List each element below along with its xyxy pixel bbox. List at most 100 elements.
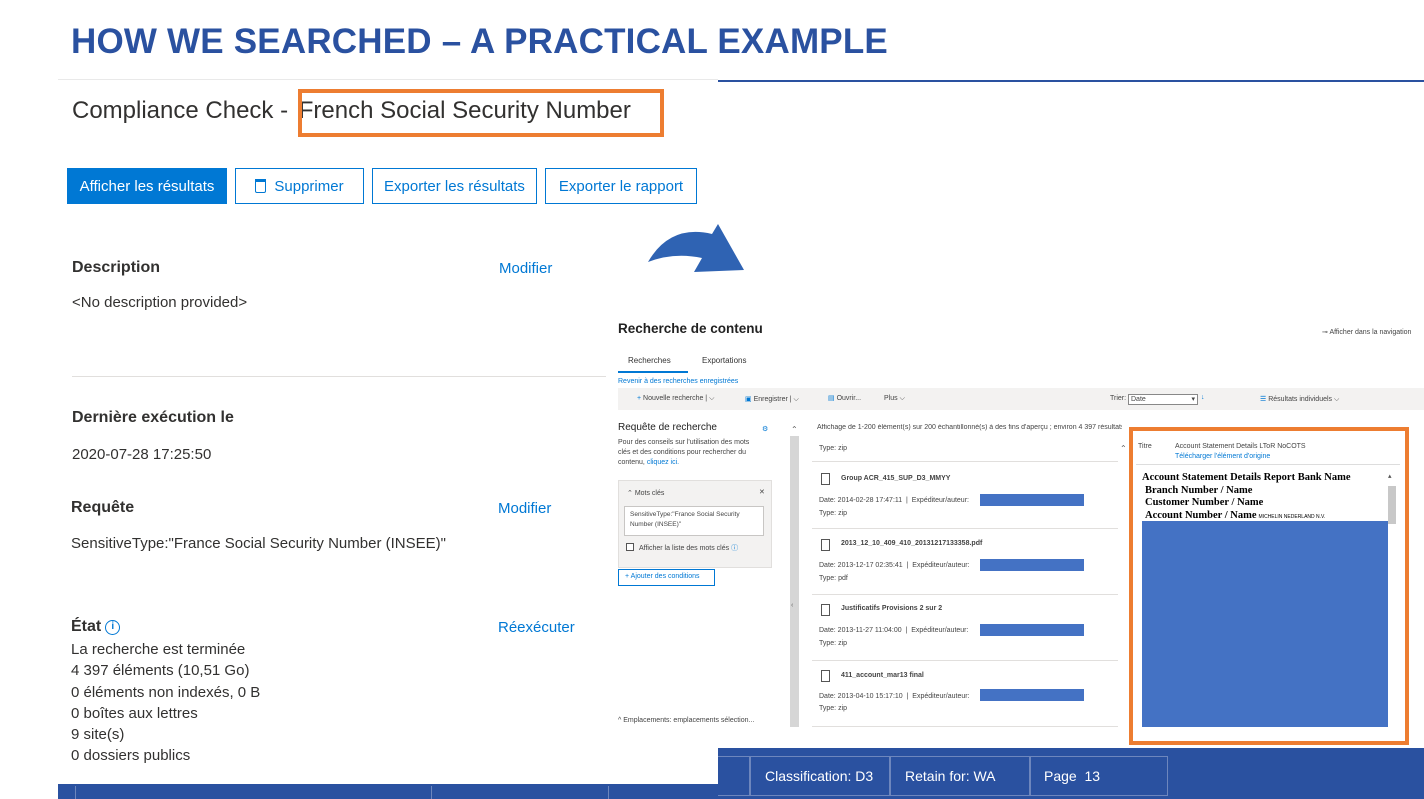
result-type: Type: zip [819, 510, 848, 517]
view-results-button[interactable]: ☰ Résultats individuels ⌵ [1260, 395, 1339, 404]
delete-button[interactable]: Supprimer [235, 168, 364, 204]
keywords-list-checkbox[interactable] [626, 543, 634, 551]
query-help-line: contenu, cliquez ici. [618, 459, 680, 466]
footer-cell [75, 786, 432, 799]
keywords-value-line: SensitiveType:"France Social Security [630, 511, 740, 518]
result-item[interactable]: 411_account_mar13 final Date: 2013-04-10… [812, 663, 1118, 727]
download-original-link[interactable]: Télécharger l'élément d'origine [1175, 453, 1270, 460]
scroll-up-icon[interactable]: ⌃ [791, 425, 798, 434]
result-name: Justificatifs Provisions 2 sur 2 [841, 605, 943, 612]
query-help-line: clés et des conditions pour rechercher d… [618, 449, 747, 456]
keywords-list-label: Afficher la liste des mots clés ⓘ [639, 545, 739, 552]
result-date-sender: Date: 2013-04-10 15:17:10 | Expéditeur/a… [819, 693, 970, 700]
info-icon[interactable]: ⓘ [731, 545, 738, 552]
locations-toggle[interactable]: ^ Emplacements: emplacements sélection..… [618, 717, 754, 724]
title-accent-line [718, 80, 1424, 82]
result-item[interactable]: Justificatifs Provisions 2 sur 2 Date: 2… [812, 597, 1118, 661]
chevron-down-icon: ▾ [1191, 396, 1195, 403]
footer-retain: Retain for: WA [890, 756, 1030, 796]
result-name: 411_account_mar13 final [841, 672, 924, 679]
state-line: 4 397 éléments (10,51 Go) [71, 662, 250, 679]
document-icon [821, 604, 830, 616]
info-icon[interactable]: i [105, 620, 121, 635]
trash-icon [255, 179, 267, 193]
more-button[interactable]: Plus ⌵ [884, 395, 905, 403]
slide-title: HOW WE SEARCHED – A PRACTICAL EXAMPLE [71, 22, 888, 61]
state-line: La recherche est terminée [71, 641, 246, 658]
query-edit-link[interactable]: Modifier [498, 500, 551, 517]
sort-direction-icon[interactable]: ↓ [1201, 394, 1205, 401]
result-date-sender: Date: 2013-11-27 11:04:00 | Expéditeur/a… [819, 627, 969, 634]
slide: { "slide_title": "HOW WE SEARCHED – A PR… [0, 0, 1424, 799]
results-scroll-up-icon[interactable]: ⌃ [1120, 444, 1127, 453]
add-conditions-button[interactable]: + Ajouter des conditions [618, 569, 715, 586]
result-item[interactable]: Group ACR_415_SUP_D3_MMYY Date: 2014-02-… [812, 465, 1118, 529]
active-tab-indicator [618, 371, 688, 373]
keywords-value-line: Number (INSEE)" [630, 521, 682, 528]
query-label: Requête [71, 499, 135, 516]
footer-cell [608, 786, 609, 799]
doc-line: Customer Number / Name [1145, 497, 1264, 508]
footer-classification: Classification: D3 [750, 756, 890, 796]
result-name: 2013_12_10_409_410_20131217133358.pdf [841, 540, 983, 547]
footer-page: Page 13 [1030, 756, 1168, 796]
state-line: 0 dossiers publics [71, 747, 191, 764]
result-type: Type: zip [819, 445, 848, 452]
curved-arrow-icon [648, 224, 744, 272]
result-date-sender: Date: 2014-02-28 17:47:11 | Expéditeur/a… [819, 497, 969, 504]
result-date-sender: Date: 2013-12-17 02:35:41 | Expéditeur/a… [819, 562, 970, 569]
redaction-bar [980, 559, 1084, 571]
state-heading: État i [71, 618, 121, 636]
back-to-saved-link[interactable]: Revenir à des recherches enregistrées [618, 378, 738, 385]
description-edit-link[interactable]: Modifier [499, 260, 552, 277]
redaction-bar [980, 624, 1084, 636]
last-run-value: 2020-07-28 17:25:50 [72, 446, 212, 463]
sort-select[interactable]: Date ▾ [1128, 394, 1198, 405]
section-divider [72, 376, 606, 377]
query-value: SensitiveType:"France Social Security Nu… [71, 535, 446, 552]
open-icon: ▤ [828, 395, 837, 402]
open-button[interactable]: ▤ Ouvrir... [828, 394, 861, 402]
state-line: 0 boîtes aux lettres [71, 705, 198, 722]
title-divider [58, 79, 718, 80]
query-panel-title: Requête de recherche [618, 422, 717, 433]
tab-searches[interactable]: Recherches [628, 356, 671, 365]
new-search-button[interactable]: + Nouvelle recherche | ⌵ [637, 395, 714, 403]
state-label: État [71, 618, 102, 635]
chevron-up-icon: ⌃ [627, 490, 635, 497]
preview-title-label: Titre [1138, 443, 1152, 450]
rerun-link[interactable]: Réexécuter [498, 619, 575, 636]
preview-divider [1136, 464, 1400, 465]
help-link[interactable]: cliquez ici. [647, 459, 679, 466]
result-type: Type: pdf [819, 575, 848, 582]
compliance-title-prefix: Compliance Check - [72, 97, 295, 124]
export-report-button[interactable]: Exporter le rapport [545, 168, 697, 204]
result-type: Type: zip [819, 640, 848, 647]
preview-scrollbar[interactable] [1388, 486, 1396, 524]
query-help-line: Pour des conseils sur l'utilisation des … [618, 439, 750, 446]
keywords-input[interactable]: SensitiveType:"France Social Security Nu… [624, 506, 764, 536]
doc-line: Account Statement Details Report Bank Na… [1142, 472, 1351, 483]
query-settings-icon[interactable]: ⚙ [762, 425, 768, 433]
result-item[interactable]: 2013_12_10_409_410_20131217133358.pdf Da… [812, 531, 1118, 595]
result-item[interactable]: Type: zip [812, 432, 1118, 462]
document-icon [821, 670, 830, 682]
redaction-bar [980, 494, 1084, 506]
content-search-title: Recherche de contenu [618, 321, 763, 336]
show-results-button[interactable]: Afficher les résultats [67, 168, 227, 204]
footer-cell [718, 756, 750, 796]
left-scrollbar[interactable] [790, 436, 799, 727]
list-icon: ☰ [1260, 396, 1269, 403]
preview-scroll-up-icon[interactable]: ▴ [1388, 472, 1392, 480]
close-icon[interactable]: ✕ [759, 488, 765, 496]
export-results-button[interactable]: Exporter les résultats [372, 168, 537, 204]
collapse-panel-icon[interactable]: ‹ [791, 602, 793, 609]
tab-exports[interactable]: Exportations [702, 356, 746, 365]
result-type: Type: zip [819, 705, 848, 712]
show-in-nav-link[interactable]: ⊸ Afficher dans la navigation [1322, 328, 1411, 336]
document-icon [821, 473, 830, 485]
description-label: Description [72, 259, 161, 276]
save-button[interactable]: ▣ Enregistrer | ⌵ [745, 395, 799, 404]
preview-title-value: Account Statement Details LToR NoCOTS [1175, 443, 1306, 450]
keywords-header[interactable]: ⌃ Mots clés [627, 489, 664, 497]
